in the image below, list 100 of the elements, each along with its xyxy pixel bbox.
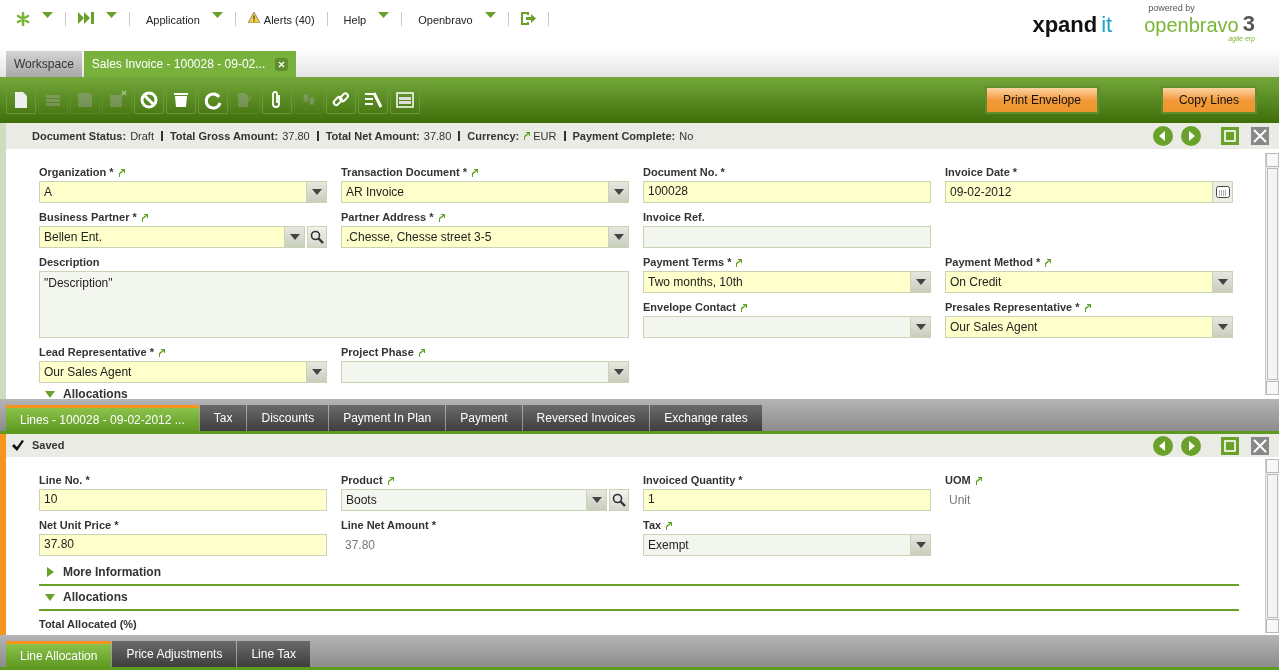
caret-icon[interactable] (591, 497, 602, 503)
input-field[interactable]: 100028 (643, 181, 931, 203)
select-field[interactable] (341, 361, 629, 383)
select-field[interactable]: Our Sales Agent (39, 361, 327, 383)
text-area[interactable]: "Description" (39, 271, 629, 338)
arrow-icon[interactable] (1083, 303, 1091, 312)
arrow-icon[interactable] (665, 521, 673, 530)
arrow-icon[interactable] (974, 476, 982, 485)
input-field[interactable]: 37.80 (39, 534, 327, 556)
arrow-icon[interactable] (157, 348, 165, 357)
arrow-icon[interactable] (140, 213, 148, 222)
menu-item[interactable]: Help (343, 12, 367, 29)
caret-icon[interactable] (613, 189, 624, 195)
select-field[interactable]: Boots (341, 489, 607, 511)
expanded-icon[interactable] (45, 592, 55, 602)
status-label: Total Gross Amount: (169, 128, 279, 144)
arrow-icon[interactable] (437, 213, 445, 222)
action-button[interactable]: Print Envelope (984, 86, 1099, 114)
next-icon[interactable] (1181, 126, 1201, 146)
tab[interactable]: Exchange rates (650, 405, 762, 431)
select-field[interactable]: Our Sales Agent (945, 316, 1233, 338)
status-label: Payment Complete: (572, 128, 676, 144)
scrollbar[interactable] (1265, 153, 1279, 395)
field-label: Invoiced Quantity * (643, 473, 743, 489)
arrow-icon[interactable] (117, 168, 125, 177)
tab[interactable]: Payment (446, 405, 522, 431)
caret-icon[interactable] (289, 234, 300, 240)
dropdown-button[interactable] (284, 227, 304, 247)
arrow-icon[interactable] (739, 303, 747, 312)
select-field[interactable]: .Chesse, Chesse street 3-5 (341, 226, 629, 248)
caret-icon[interactable] (106, 12, 117, 18)
caret-icon[interactable] (915, 324, 926, 330)
select-field[interactable] (643, 316, 931, 338)
window-tab[interactable]: Workspace (6, 51, 82, 77)
caret-icon[interactable] (311, 189, 322, 195)
caret-icon[interactable] (1217, 279, 1228, 285)
dropdown-button[interactable] (608, 227, 628, 247)
arrow-icon[interactable] (1044, 258, 1052, 267)
dropdown-button[interactable] (910, 535, 930, 555)
fast-forward-icon[interactable] (78, 12, 94, 24)
caret-icon[interactable] (484, 12, 496, 18)
arrow-icon[interactable] (470, 168, 478, 177)
date-field[interactable]: 09-02-2012 (945, 181, 1233, 203)
collapsed-icon[interactable] (45, 567, 55, 577)
previous-icon[interactable] (1153, 126, 1173, 146)
caret-icon[interactable] (1217, 324, 1228, 330)
menu-item[interactable]: Openbravo (418, 12, 473, 29)
caret-icon[interactable] (915, 279, 926, 285)
dropdown-button[interactable] (910, 317, 930, 337)
select-field[interactable]: Exempt (643, 534, 931, 556)
select-field[interactable]: Two months, 10th (643, 271, 931, 293)
tab[interactable]: Price Adjustments (112, 641, 237, 667)
field-label: Line Net Amount * (341, 518, 436, 534)
action-button[interactable]: Copy Lines (1160, 86, 1257, 114)
dropdown-button[interactable] (910, 272, 930, 292)
caret-icon[interactable] (42, 12, 53, 18)
asterisk-icon[interactable] (16, 12, 30, 26)
maximize-icon[interactable] (1221, 436, 1239, 455)
dropdown-button[interactable] (608, 182, 628, 202)
dropdown-button[interactable] (1212, 272, 1232, 292)
select-field[interactable]: AR Invoice (341, 181, 629, 203)
section-header[interactable]: More Information (63, 563, 161, 581)
select-field[interactable]: On Credit (945, 271, 1233, 293)
tab[interactable]: Line Tax (237, 641, 310, 667)
input-field[interactable]: 1 (643, 489, 931, 511)
previous-icon[interactable] (1153, 435, 1173, 456)
arrow-icon[interactable] (386, 476, 394, 485)
select-field[interactable]: A (39, 181, 327, 203)
close-icon[interactable] (1251, 436, 1269, 455)
menu-item[interactable]: Application (146, 12, 200, 29)
next-icon[interactable] (1181, 435, 1201, 456)
maximize-icon[interactable] (1221, 127, 1239, 145)
section-header[interactable]: Allocations (63, 385, 128, 399)
caret-icon[interactable] (378, 12, 390, 18)
scrollbar[interactable] (1265, 459, 1279, 633)
caret-icon[interactable] (211, 12, 223, 18)
dropdown-button[interactable] (608, 362, 628, 382)
input-field[interactable] (643, 226, 931, 248)
caret-icon[interactable] (613, 234, 624, 240)
tab[interactable]: Reversed Invoices (522, 405, 650, 431)
dropdown-button[interactable] (306, 182, 326, 202)
close-icon[interactable] (1251, 127, 1269, 145)
dropdown-button[interactable] (586, 490, 606, 510)
tab[interactable]: Discounts (247, 405, 329, 431)
logout-icon[interactable] (520, 12, 536, 25)
select-field[interactable]: Bellen Ent. (39, 226, 305, 248)
caret-icon[interactable] (915, 542, 926, 548)
arrow-icon[interactable] (523, 132, 531, 140)
caret-icon[interactable] (613, 369, 624, 375)
close-icon[interactable] (275, 57, 289, 71)
dropdown-button[interactable] (306, 362, 326, 382)
tab[interactable]: Payment In Plan (329, 405, 446, 431)
tab[interactable]: Tax (199, 405, 247, 431)
dropdown-button[interactable] (1212, 317, 1232, 337)
input-field[interactable]: 10 (39, 489, 327, 511)
arrow-icon[interactable] (417, 348, 425, 357)
caret-icon[interactable] (311, 369, 322, 375)
section-header[interactable]: Allocations (63, 588, 128, 606)
alerts-link[interactable]: Alerts (40) (263, 12, 315, 29)
arrow-icon[interactable] (735, 258, 743, 267)
